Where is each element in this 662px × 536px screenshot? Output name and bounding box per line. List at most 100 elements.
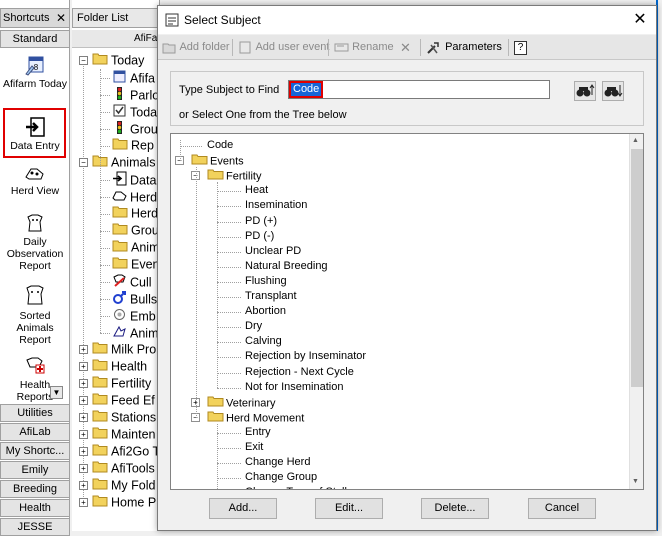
add-folder-button[interactable]: Add folder [162, 38, 230, 57]
folder-list-item[interactable]: Cull [112, 273, 160, 290]
folder-list-item[interactable]: Feed Ef [92, 392, 160, 409]
scroll-down-arrow[interactable]: ▼ [632, 478, 639, 485]
tree-item-fertility-event[interactable]: Flushing [245, 274, 287, 289]
folder-list-item[interactable]: Parlo [112, 86, 160, 103]
parameters-button[interactable]: Parameters [426, 38, 502, 57]
folder-expander[interactable]: + [79, 498, 88, 507]
tree-vertical-scrollbar[interactable]: ▲ ▼ [629, 134, 643, 489]
shortcut-group-standard[interactable]: Standard [0, 30, 70, 48]
add-user-event-button[interactable]: Add user event [238, 38, 329, 57]
tree-item-herd-movement-event[interactable]: Exit [245, 440, 263, 455]
shortcut-herd-view[interactable]: Herd View [0, 163, 70, 197]
help-button[interactable]: ? [514, 38, 527, 57]
folder-expander[interactable]: + [79, 345, 88, 354]
shortcut-group-emily[interactable]: Emily [0, 461, 70, 479]
shortcut-group-jesse[interactable]: JESSE [0, 518, 70, 536]
close-icon[interactable]: ✕ [632, 6, 648, 34]
find-previous-button[interactable] [574, 81, 596, 101]
add-button[interactable]: Add... [209, 498, 277, 519]
tree-item-herd-movement-event[interactable]: Change Group [245, 470, 317, 485]
folder-list-item[interactable]: Herd [112, 205, 160, 222]
folder-expander[interactable]: + [79, 430, 88, 439]
tree-item-fertility-event[interactable]: Dry [245, 319, 262, 334]
find-subject-input[interactable] [288, 80, 550, 99]
tree-item-fertility-event[interactable]: Rejection - Next Cycle [245, 365, 354, 380]
folder-expander[interactable]: + [79, 379, 88, 388]
find-next-button[interactable] [602, 81, 624, 101]
shortcut-group-breeding[interactable]: Breeding [0, 480, 70, 498]
folder-list-item[interactable]: Rep [112, 137, 160, 154]
folder-list-item[interactable]: Anim [112, 239, 160, 256]
edit-button[interactable]: Edit... [315, 498, 383, 519]
folder-list-item[interactable]: Mainten [92, 426, 160, 443]
folder-list-item[interactable]: AfiTools [92, 460, 160, 477]
folder-list-item[interactable]: Stations [92, 409, 160, 426]
folder-expander[interactable]: + [79, 413, 88, 422]
shortcut-group-utilities[interactable]: Utilities [0, 404, 70, 422]
shortcut-group-health[interactable]: Health [0, 499, 70, 517]
folder-list-item[interactable]: Toda [112, 103, 160, 120]
folder-list-item[interactable]: Even [112, 256, 160, 273]
folder-list-item[interactable]: Fertility [92, 375, 160, 392]
folder-list-item[interactable]: Data [112, 171, 160, 188]
folder-expander[interactable]: + [79, 464, 88, 473]
tree-item-fertility-event[interactable]: Unclear PD [245, 244, 301, 259]
tree-item-fertility-event[interactable]: Insemination [245, 198, 307, 213]
tree-item-fertility-event[interactable]: Abortion [245, 304, 286, 319]
folder-list-item[interactable]: Today [92, 52, 160, 69]
shortcut-group-afilab[interactable]: AfiLab [0, 423, 70, 441]
cancel-button[interactable]: Cancel [528, 498, 596, 519]
folder-list-item[interactable]: Emb [112, 307, 160, 324]
folder-list-item[interactable]: Afi2Go T [92, 443, 160, 460]
tree-item-veterinary[interactable]: Veterinary [207, 395, 276, 410]
folder-list-item[interactable]: Milk Pro [92, 341, 160, 358]
folder-expander[interactable]: + [79, 396, 88, 405]
shortcuts-scroll-down-button[interactable]: ▼ [50, 386, 63, 399]
folder-list-item[interactable]: Herd [112, 188, 160, 205]
tree-item-herd-movement-event[interactable]: Change Herd [245, 455, 310, 470]
tree-item-label: PD (-) [245, 229, 275, 242]
folder-expander[interactable]: − [79, 158, 88, 167]
tree-item-label: Entry [245, 425, 271, 438]
tree-item-events[interactable]: Events [191, 153, 244, 168]
delete-toolbar-button[interactable]: ✕ [400, 38, 411, 57]
tree-item-fertility-event[interactable]: Not for Insemination [245, 380, 343, 395]
scroll-up-arrow[interactable]: ▲ [632, 137, 639, 144]
folder-list-item[interactable]: Afifa [112, 69, 160, 86]
rename-label: Rename [352, 41, 394, 53]
shortcut-data-entry[interactable]: Data Entry [0, 116, 70, 152]
tree-item-fertility-event[interactable]: PD (-) [245, 229, 274, 244]
shortcut-sorted-animals-report[interactable]: Sorted Animals Report [0, 284, 70, 346]
tree-item-herd-movement-event[interactable]: Entry [245, 425, 271, 440]
folder-list-item[interactable]: Animals [92, 154, 160, 171]
folder-list-item[interactable]: Grou [112, 222, 160, 239]
folder-list-item[interactable]: Grou [112, 120, 160, 137]
folder-expander[interactable]: + [79, 362, 88, 371]
folder-expander[interactable]: − [79, 56, 88, 65]
tree-item-herd-movement[interactable]: Herd Movement [207, 410, 304, 425]
shortcut-afifarm-today[interactable]: 8 Afifarm Today [0, 54, 70, 90]
folder-list-item[interactable]: Home P [92, 494, 160, 511]
rename-button[interactable]: Rename [334, 38, 394, 57]
shortcut-daily-observation-report[interactable]: Daily Observation Report [0, 212, 70, 272]
tree-item-fertility-event[interactable]: Rejection by Inseminator [245, 349, 366, 364]
shortcut-group-my-shortcuts[interactable]: My Shortc... [0, 442, 70, 460]
folder-list-item[interactable]: My Fold [92, 477, 160, 494]
tree-item-label: Insemination [245, 199, 308, 212]
tree-item-fertility-event[interactable]: Heat [245, 183, 268, 198]
tree-item-code[interactable]: Code [207, 138, 233, 153]
tree-item-fertility-event[interactable]: Natural Breeding [245, 259, 328, 274]
tree-item-fertility-event[interactable]: PD (+) [245, 214, 277, 229]
folder-expander[interactable]: + [79, 481, 88, 490]
tree-item-fertility-event[interactable]: Transplant [245, 289, 297, 304]
scrollbar-thumb[interactable] [631, 149, 643, 387]
close-icon[interactable]: ✕ [56, 9, 66, 27]
folder-list-item[interactable]: Health [92, 358, 160, 375]
folder-expander[interactable]: + [79, 447, 88, 456]
folder-list-item[interactable]: Bulls [112, 290, 160, 307]
delete-button[interactable]: Delete... [421, 498, 489, 519]
tree-item-herd-movement-event[interactable]: Change Type of Stall [245, 485, 347, 489]
tree-item-fertility-event[interactable]: Calving [245, 334, 282, 349]
folder-list-item[interactable]: Anim [112, 324, 160, 341]
tree-item-fertility[interactable]: Fertility [207, 168, 261, 183]
